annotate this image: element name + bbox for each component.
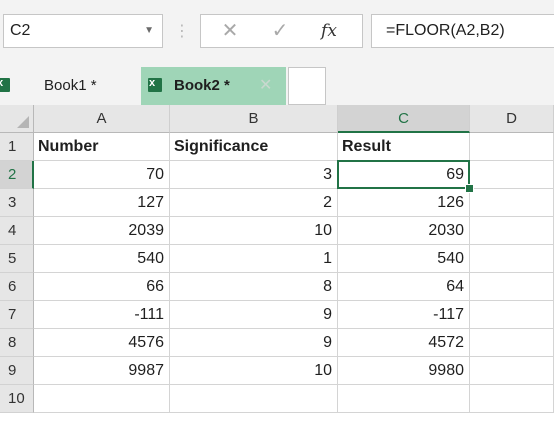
cell-d10[interactable] [470,385,554,413]
cell-d8[interactable] [470,329,554,357]
workbook-tabs: Book1 * Book2 * ✕ [0,63,554,105]
formula-controls: ✕ ✓ fx [200,14,363,48]
cell-d2[interactable] [470,161,554,189]
row-header-2[interactable]: 2 [0,161,34,189]
cell-d6[interactable] [470,273,554,301]
cancel-icon[interactable]: ✕ [215,15,245,47]
cell-c4[interactable]: 2030 [338,217,470,245]
cell-c5[interactable]: 540 [338,245,470,273]
cell-b2[interactable]: 3 [170,161,338,189]
column-header-c[interactable]: C [338,105,470,133]
name-box[interactable]: C2 ▼ [3,14,163,48]
cell-c8[interactable]: 4572 [338,329,470,357]
row-header-4[interactable]: 4 [0,217,34,245]
row-header-5[interactable]: 5 [0,245,34,273]
row-header-7[interactable]: 7 [0,301,34,329]
cell-a2[interactable]: 70 [34,161,170,189]
row-header-8[interactable]: 8 [0,329,34,357]
cell-b8[interactable]: 9 [170,329,338,357]
select-all-icon [17,116,29,128]
close-icon[interactable]: ✕ [259,67,272,105]
cell-a6[interactable]: 66 [34,273,170,301]
cell-a7[interactable]: -111 [34,301,170,329]
cell-d3[interactable] [470,189,554,217]
cell-c2[interactable]: 69 [338,161,470,189]
tab-book2-label: Book2 * [174,77,230,94]
cell-b3[interactable]: 2 [170,189,338,217]
tab-book1[interactable]: Book1 * [0,67,138,105]
cell-a8[interactable]: 4576 [34,329,170,357]
cell-d5[interactable] [470,245,554,273]
spreadsheet-grid: A B C D 1 Number Significance Result 2 70 3 69 3 127 2… [0,105,554,433]
cell-d1[interactable] [470,133,554,161]
tab-book1-label: Book1 * [44,77,97,94]
cell-b6[interactable]: 8 [170,273,338,301]
formula-bar: C2 ▼ ⋮ ✕ ✓ fx =FLOOR(A2,B2) [0,0,554,63]
cell-d7[interactable] [470,301,554,329]
row-header-3[interactable]: 3 [0,189,34,217]
row-header-1[interactable]: 1 [0,133,34,161]
cell-b7[interactable]: 9 [170,301,338,329]
select-all-button[interactable] [0,105,34,133]
row-header-6[interactable]: 6 [0,273,34,301]
cell-b5[interactable]: 1 [170,245,338,273]
cell-a10[interactable] [34,385,170,413]
formula-input[interactable]: =FLOOR(A2,B2) [371,14,554,48]
tab-book2[interactable]: Book2 * ✕ [141,67,286,105]
cell-a4[interactable]: 2039 [34,217,170,245]
cell-b10[interactable] [170,385,338,413]
column-header-a[interactable]: A [34,105,170,133]
row-header-9[interactable]: 9 [0,357,34,385]
check-icon[interactable]: ✓ [265,15,295,47]
excel-icon [0,75,10,92]
cell-b9[interactable]: 10 [170,357,338,385]
cell-a1[interactable]: Number [34,133,170,161]
cell-a3[interactable]: 127 [34,189,170,217]
fill-handle[interactable] [465,184,474,193]
name-box-value: C2 [10,22,31,39]
column-header-d[interactable]: D [470,105,554,133]
new-tab-area[interactable] [288,67,326,105]
cell-c7[interactable]: -117 [338,301,470,329]
cell-c9[interactable]: 9980 [338,357,470,385]
insert-function-icon[interactable]: fx [314,15,344,47]
cell-d9[interactable] [470,357,554,385]
row-header-10[interactable]: 10 [0,385,34,413]
cell-c3[interactable]: 126 [338,189,470,217]
cell-d4[interactable] [470,217,554,245]
cell-a9[interactable]: 9987 [34,357,170,385]
cell-b4[interactable]: 10 [170,217,338,245]
excel-icon [148,75,162,92]
cell-a5[interactable]: 540 [34,245,170,273]
cell-c1[interactable]: Result [338,133,470,161]
column-header-b[interactable]: B [170,105,338,133]
formula-bar-separator: ⋮ [174,23,190,40]
cell-c6[interactable]: 64 [338,273,470,301]
cell-b1[interactable]: Significance [170,133,338,161]
cell-c10[interactable] [338,385,470,413]
chevron-down-icon[interactable]: ▼ [144,15,154,47]
